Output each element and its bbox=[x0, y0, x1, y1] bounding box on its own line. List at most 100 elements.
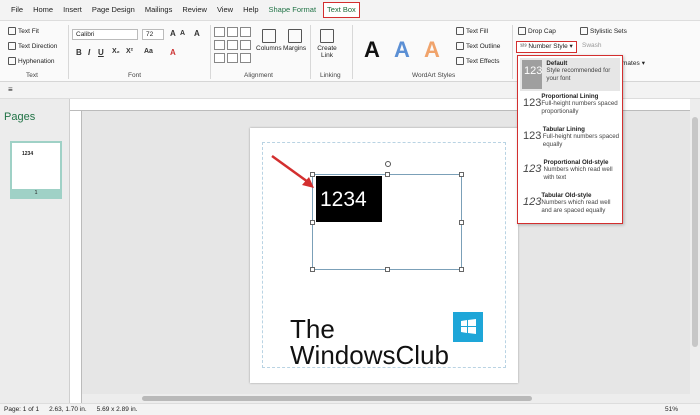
tabular-oldstyle-icon: 123 bbox=[523, 196, 542, 208]
text-fit-icon bbox=[8, 27, 16, 35]
text-direction-button[interactable]: Text Direction bbox=[8, 42, 57, 50]
text-outline-icon bbox=[456, 42, 464, 50]
proportional-lining-icon: 123 bbox=[523, 97, 542, 109]
resize-handle[interactable] bbox=[385, 267, 390, 272]
resize-handle[interactable] bbox=[310, 267, 315, 272]
align-bottom-center-button[interactable] bbox=[227, 53, 238, 63]
menu-item-desc: Full-height numbers spaced equally bbox=[542, 133, 620, 148]
resize-handle[interactable] bbox=[385, 172, 390, 177]
tab-file[interactable]: File bbox=[6, 0, 28, 20]
vertical-scrollbar[interactable] bbox=[690, 99, 700, 403]
tab-text-box[interactable]: Text Box bbox=[323, 2, 360, 18]
linking-group-label: Linking bbox=[320, 72, 341, 79]
divider bbox=[512, 25, 513, 79]
font-color-a-button[interactable]: A bbox=[170, 48, 176, 57]
menu-item-title: Tabular Old-style bbox=[541, 192, 592, 199]
tab-help[interactable]: Help bbox=[238, 0, 263, 20]
hyphenation-icon bbox=[8, 57, 16, 65]
number-style-proportional-lining[interactable]: 123 Proportional Lining Full-height numbe… bbox=[520, 91, 620, 124]
number-text[interactable]: 1234 bbox=[320, 188, 367, 212]
horizontal-scrollbar[interactable] bbox=[82, 394, 690, 403]
menu-item-desc: Style recommended for your font bbox=[546, 67, 611, 82]
text-effects-button[interactable]: Text Effects bbox=[456, 57, 499, 65]
windows-flag-icon bbox=[461, 319, 476, 334]
number-style-tabular-oldstyle[interactable]: 123 Tabular Old-style Numbers which read … bbox=[520, 190, 620, 223]
logo-text-line2: WindowsClub bbox=[290, 340, 449, 370]
align-top-right-button[interactable] bbox=[240, 27, 251, 37]
align-middle-left-button[interactable] bbox=[214, 40, 225, 50]
superscript-button[interactable]: X² bbox=[126, 48, 133, 55]
align-center-button[interactable] bbox=[227, 40, 238, 50]
grow-font-button[interactable]: A bbox=[170, 29, 176, 38]
menu-item-title: Tabular Lining bbox=[542, 126, 585, 133]
tabular-lining-icon: 123 bbox=[523, 130, 542, 142]
text-direction-icon bbox=[8, 42, 16, 50]
status-position: 2.63, 1.70 in. bbox=[49, 406, 87, 413]
wordart-style-blue[interactable]: A bbox=[394, 37, 410, 63]
font-color-button[interactable]: A bbox=[194, 29, 200, 38]
tab-mailings[interactable]: Mailings bbox=[140, 0, 178, 20]
pages-title: Pages bbox=[4, 111, 36, 123]
create-link-button[interactable]: Create Link bbox=[316, 29, 338, 59]
number-style-default[interactable]: 123 Default Style recommended for your fo… bbox=[520, 58, 620, 91]
number-style-proportional-oldstyle[interactable]: 123 Proportional Old-style Numbers which … bbox=[520, 157, 620, 190]
hyphenation-button[interactable]: Hyphenation bbox=[8, 57, 55, 65]
tab-review[interactable]: Review bbox=[177, 0, 212, 20]
menu-item-title: Proportional Old-style bbox=[543, 159, 609, 166]
tab-view[interactable]: View bbox=[212, 0, 238, 20]
font-size-combo[interactable]: 72 bbox=[142, 29, 164, 40]
columns-icon bbox=[261, 29, 276, 43]
number-style-button[interactable]: ¹²³ Number Style ▾ bbox=[516, 41, 577, 53]
menu-item-desc: Full-height numbers spaced proportionall… bbox=[541, 100, 618, 115]
resize-handle[interactable] bbox=[459, 220, 464, 225]
text-group-label: Text bbox=[26, 72, 38, 79]
stylistic-sets-icon bbox=[580, 27, 588, 35]
horizontal-scroll-thumb[interactable] bbox=[142, 396, 532, 401]
resize-handle[interactable] bbox=[459, 172, 464, 177]
text-fill-icon bbox=[456, 27, 464, 35]
tab-shape-format[interactable]: Shape Format bbox=[264, 0, 322, 20]
menu-item-title: Proportional Lining bbox=[541, 93, 599, 100]
resize-handle[interactable] bbox=[310, 220, 315, 225]
tab-home[interactable]: Home bbox=[28, 0, 58, 20]
text-fit-button[interactable]: Text Fit bbox=[8, 27, 39, 35]
bold-button[interactable]: B bbox=[76, 48, 82, 57]
font-name-combo[interactable]: Calibri bbox=[72, 29, 138, 40]
italic-button[interactable]: I bbox=[88, 48, 90, 57]
align-top-center-button[interactable] bbox=[227, 27, 238, 37]
align-bottom-left-button[interactable] bbox=[214, 53, 225, 63]
quick-access-icon[interactable]: ≡ bbox=[8, 85, 13, 94]
status-size: 5.69 x 2.89 in. bbox=[96, 406, 138, 413]
text-outline-button[interactable]: Text Outline bbox=[456, 42, 500, 50]
number-style-tabular-lining[interactable]: 123 Tabular Lining Full-height numbers sp… bbox=[520, 124, 620, 157]
number-style-menu: 123 Default Style recommended for your fo… bbox=[517, 55, 623, 224]
shrink-font-button[interactable]: A bbox=[180, 30, 185, 37]
tab-insert[interactable]: Insert bbox=[58, 0, 87, 20]
status-bar: Page: 1 of 1 2.63, 1.70 in. 5.69 x 2.89 … bbox=[0, 403, 700, 415]
text-effects-icon bbox=[456, 57, 464, 65]
ribbon-tab-bar: File Home Insert Page Design Mailings Re… bbox=[0, 0, 700, 20]
align-top-left-button[interactable] bbox=[214, 27, 225, 37]
resize-handle[interactable] bbox=[459, 267, 464, 272]
tab-page-design[interactable]: Page Design bbox=[87, 0, 140, 20]
text-fill-button[interactable]: Text Fill bbox=[456, 27, 488, 35]
drop-cap-button[interactable]: Drop Cap bbox=[518, 27, 556, 35]
windows-logo-icon bbox=[453, 312, 483, 342]
swash-button[interactable]: Swash bbox=[582, 42, 602, 49]
underline-button[interactable]: U bbox=[98, 48, 104, 57]
align-middle-right-button[interactable] bbox=[240, 40, 251, 50]
stylistic-sets-button[interactable]: Stylistic Sets bbox=[580, 27, 627, 35]
wordart-style-black[interactable]: A bbox=[364, 37, 380, 63]
align-bottom-right-button[interactable] bbox=[240, 53, 251, 63]
margins-button[interactable]: Margins bbox=[283, 29, 306, 52]
stylistic-alternates-button[interactable]: mates ▾ bbox=[622, 59, 645, 68]
page-thumbnail[interactable]: 1234 1 bbox=[10, 141, 62, 199]
columns-button[interactable]: Columns bbox=[256, 29, 282, 52]
default-number-icon: 123 bbox=[522, 60, 543, 89]
rotate-handle[interactable] bbox=[385, 161, 391, 167]
subscript-button[interactable]: X₂ bbox=[112, 48, 120, 55]
zoom-level[interactable]: 51% bbox=[665, 406, 678, 413]
wordart-style-orange[interactable]: A bbox=[424, 37, 440, 63]
vertical-scroll-thumb[interactable] bbox=[692, 117, 698, 347]
change-case-button[interactable]: Aa bbox=[144, 48, 153, 55]
